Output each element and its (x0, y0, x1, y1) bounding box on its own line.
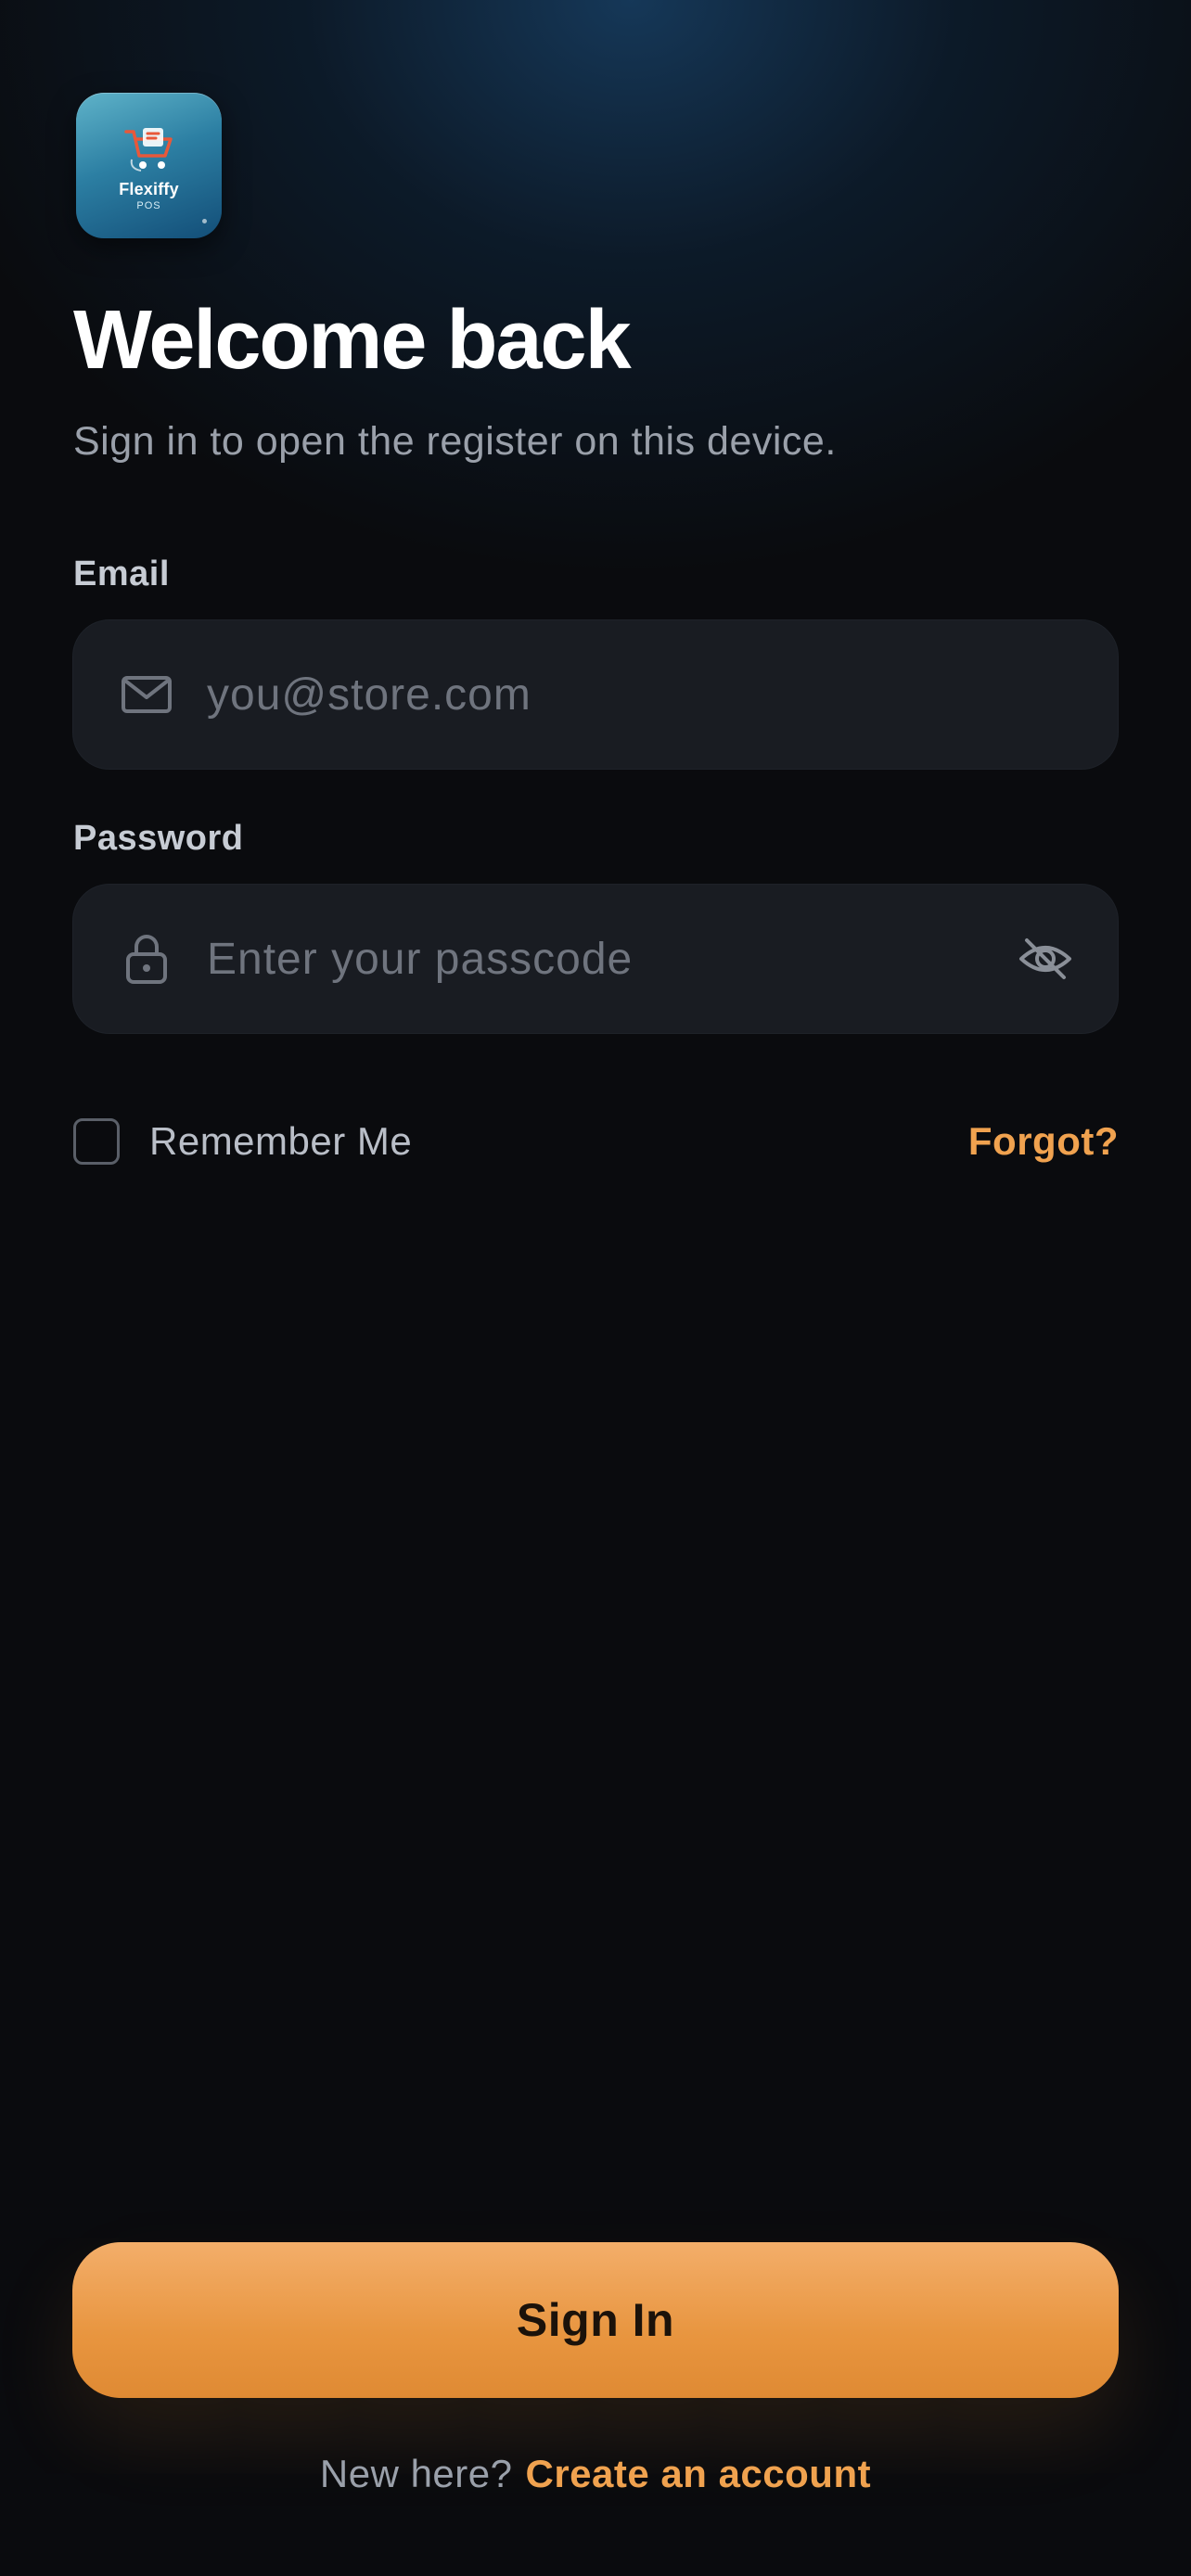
app-logo: Flexiffy POS (76, 93, 222, 238)
mail-icon (122, 676, 172, 713)
logo-dot (202, 219, 207, 223)
page-subtitle: Sign in to open the register on this dev… (73, 419, 837, 464)
password-label: Password (73, 819, 244, 858)
logo-sub-text: POS (136, 200, 161, 211)
remember-me-label: Remember Me (149, 1119, 413, 1163)
email-field-container[interactable] (72, 619, 1119, 770)
lock-icon (126, 935, 167, 984)
logo-brand-text: Flexiffy (119, 180, 179, 198)
page-title: Welcome back (73, 294, 632, 387)
eye-off-icon[interactable] (1016, 929, 1075, 988)
signup-prompt: New here? Create an account (0, 2448, 1191, 2500)
remember-me-checkbox[interactable] (73, 1118, 120, 1165)
password-field-container[interactable] (72, 884, 1119, 1034)
remember-me-toggle[interactable]: Remember Me (73, 1116, 412, 1167)
create-account-link[interactable]: Create an account (525, 2452, 871, 2495)
password-input[interactable] (207, 885, 1023, 1033)
sign-in-button[interactable]: Sign In (72, 2242, 1119, 2398)
forgot-password-link[interactable]: Forgot? (968, 1116, 1119, 1167)
login-screen: Flexiffy POS Welcome back Sign in to ope… (0, 0, 1191, 2576)
email-input[interactable] (207, 620, 1023, 769)
shopping-cart-icon (124, 128, 173, 172)
new-here-text: New here? (319, 2452, 513, 2495)
email-label: Email (73, 555, 170, 593)
